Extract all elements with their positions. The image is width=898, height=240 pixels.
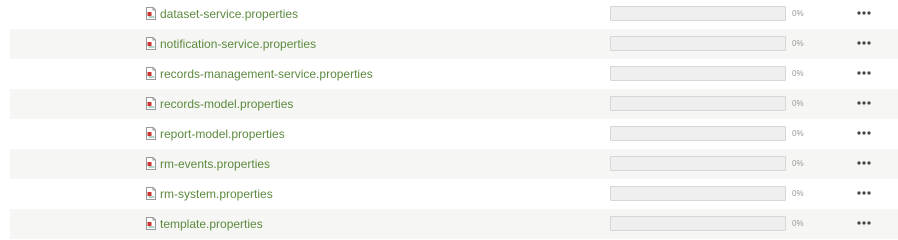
file-row: template.properties 0% bbox=[10, 209, 898, 239]
upload-progress-label: 0% bbox=[792, 189, 804, 198]
document-icon bbox=[146, 67, 156, 80]
file-name-link[interactable]: rm-events.properties bbox=[160, 156, 270, 172]
more-actions-icon[interactable] bbox=[856, 95, 872, 111]
upload-progress-label: 0% bbox=[792, 69, 804, 78]
upload-progress-bar bbox=[610, 36, 786, 51]
more-actions-icon[interactable] bbox=[856, 35, 872, 51]
file-name-link[interactable]: notification-service.properties bbox=[160, 36, 316, 52]
more-actions-icon[interactable] bbox=[856, 155, 872, 171]
file-row: records-management-service.properties 0% bbox=[10, 59, 898, 89]
document-icon bbox=[146, 187, 156, 200]
more-actions-icon[interactable] bbox=[856, 5, 872, 21]
file-row: rm-system.properties 0% bbox=[10, 179, 898, 209]
upload-progress-bar bbox=[610, 66, 786, 81]
file-row: dataset-service.properties 0% bbox=[10, 0, 898, 29]
upload-progress-bar bbox=[610, 216, 786, 231]
file-name-link[interactable]: rm-system.properties bbox=[160, 186, 273, 202]
more-actions-icon[interactable] bbox=[856, 215, 872, 231]
upload-progress-label: 0% bbox=[792, 9, 804, 18]
upload-progress-bar bbox=[610, 6, 786, 21]
document-icon bbox=[146, 217, 156, 230]
file-row: records-model.properties 0% bbox=[10, 89, 898, 119]
document-icon bbox=[146, 157, 156, 170]
document-icon bbox=[146, 37, 156, 50]
file-list: dataset-service.properties 0% notificati… bbox=[0, 0, 898, 239]
file-row: notification-service.properties 0% bbox=[10, 29, 898, 59]
more-actions-icon[interactable] bbox=[856, 65, 872, 81]
upload-progress-bar bbox=[610, 156, 786, 171]
file-name-link[interactable]: records-management-service.properties bbox=[160, 66, 373, 82]
file-name-link[interactable]: template.properties bbox=[160, 216, 263, 232]
upload-progress-label: 0% bbox=[792, 39, 804, 48]
document-icon bbox=[146, 7, 156, 20]
more-actions-icon[interactable] bbox=[856, 185, 872, 201]
file-row: rm-events.properties 0% bbox=[10, 149, 898, 179]
upload-progress-bar bbox=[610, 186, 786, 201]
more-actions-icon[interactable] bbox=[856, 125, 872, 141]
upload-progress-label: 0% bbox=[792, 219, 804, 228]
upload-progress-bar bbox=[610, 126, 786, 141]
upload-progress-label: 0% bbox=[792, 99, 804, 108]
file-name-link[interactable]: dataset-service.properties bbox=[160, 6, 298, 22]
file-name-link[interactable]: records-model.properties bbox=[160, 96, 293, 112]
upload-progress-label: 0% bbox=[792, 159, 804, 168]
file-name-link[interactable]: report-model.properties bbox=[160, 126, 285, 142]
document-icon bbox=[146, 97, 156, 110]
file-row: report-model.properties 0% bbox=[10, 119, 898, 149]
upload-progress-bar bbox=[610, 96, 786, 111]
document-icon bbox=[146, 127, 156, 140]
upload-progress-label: 0% bbox=[792, 129, 804, 138]
